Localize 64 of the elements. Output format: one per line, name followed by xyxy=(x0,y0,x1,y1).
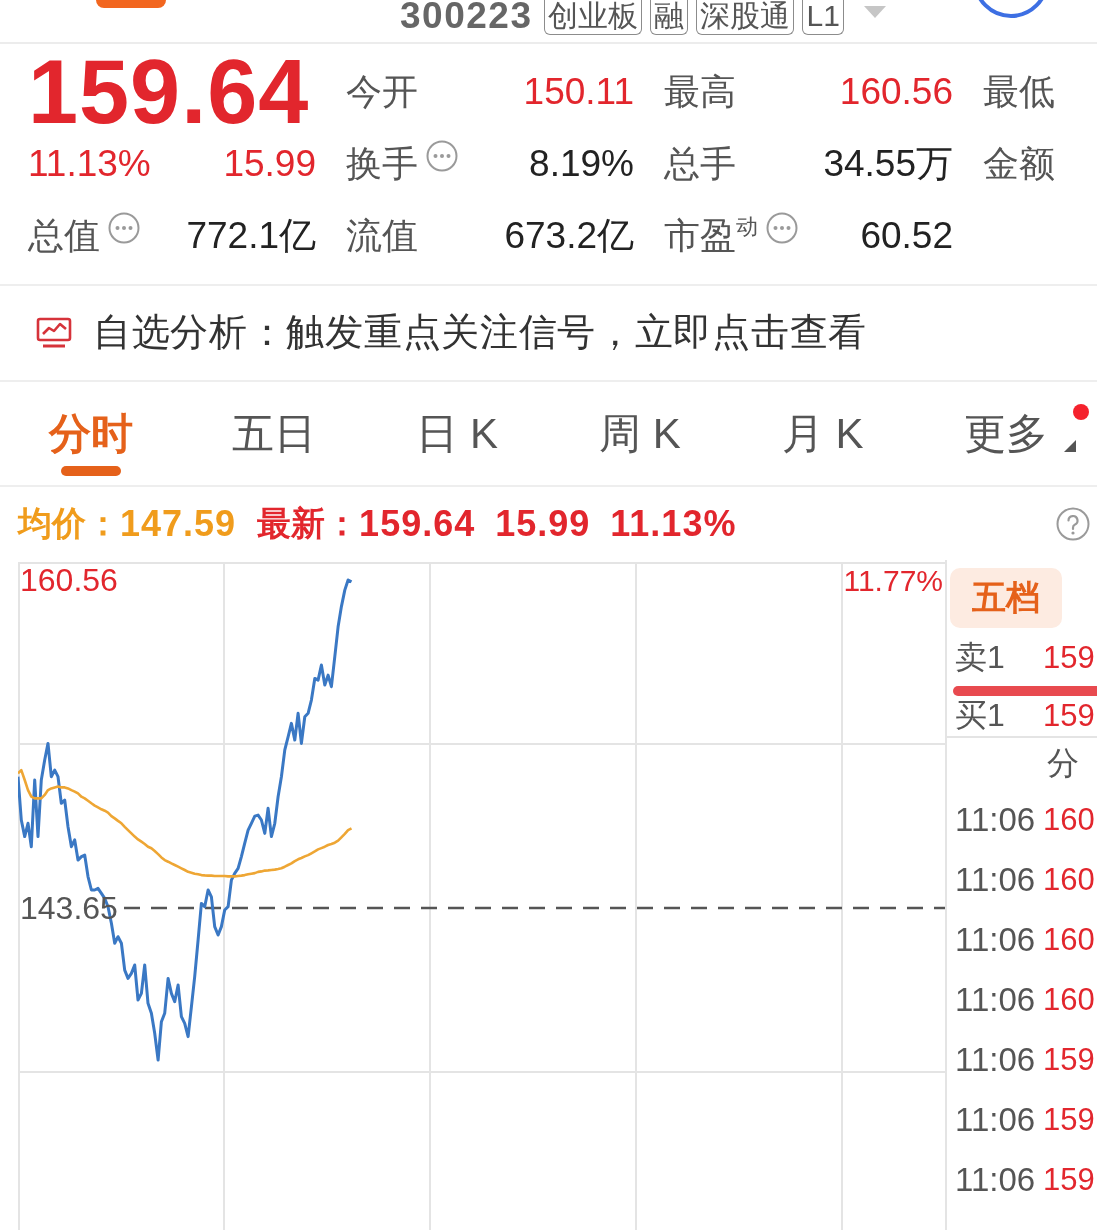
stat-value: 60.52 xyxy=(860,215,953,257)
label-badge xyxy=(96,0,166,8)
stat-value: 160.56 xyxy=(839,71,953,113)
tick-time: 11:06 xyxy=(955,1161,1036,1199)
tick-price: 160 xyxy=(1043,802,1095,838)
tick-time: 11:06 xyxy=(955,981,1036,1019)
stat-value: 772.1亿 xyxy=(186,215,316,257)
chart-icon xyxy=(36,317,72,349)
period-tab[interactable]: 日 K xyxy=(365,382,549,485)
y-axis-label: 160.56 xyxy=(20,562,118,599)
order-label: 买1 xyxy=(955,698,1005,734)
ticks-header: 分 xyxy=(1047,746,1079,782)
change-amount: 15.99 xyxy=(223,143,316,185)
more-icon[interactable] xyxy=(426,140,458,172)
latest-change-percent: 11.13% xyxy=(610,503,737,544)
market-tag: L1 xyxy=(802,0,844,35)
stat-value: 34.55万 xyxy=(823,143,953,185)
market-tag: 深股通 xyxy=(696,0,795,35)
market-tag: 创业板 xyxy=(544,0,643,35)
stat-label: 金额 xyxy=(983,142,1055,186)
stat-value: 8.19% xyxy=(529,143,634,185)
stat-label: 市盈$^{动}$ xyxy=(664,213,758,258)
average-label: 均价： xyxy=(18,504,120,543)
stat-label: 换手 xyxy=(346,142,418,186)
stat-label: 最低 xyxy=(983,70,1055,114)
tick-time: 11:06 xyxy=(955,1101,1036,1139)
dropdown-caret-icon[interactable] xyxy=(863,6,886,18)
market-tag: 融 xyxy=(650,0,689,35)
latest-change: 15.99 xyxy=(495,503,591,544)
period-tab[interactable]: 更多 xyxy=(914,382,1097,485)
stat-label: 流值 xyxy=(346,214,418,258)
order-price: 159 xyxy=(1043,698,1095,734)
latest-label: 最新： xyxy=(257,504,360,543)
stat-value: 150.11 xyxy=(523,71,634,113)
tick-price: 160 xyxy=(1043,922,1095,958)
stat-value: 673.2亿 xyxy=(504,215,634,257)
period-tab[interactable]: 五日 xyxy=(182,382,366,485)
average-price: 147.59 xyxy=(120,503,237,544)
stat-label: 总值 xyxy=(28,214,100,258)
help-icon[interactable] xyxy=(1056,506,1090,541)
tick-price: 159 xyxy=(1043,1162,1095,1198)
tick-time: 11:06 xyxy=(955,861,1036,899)
stat-label: 总手 xyxy=(664,142,736,186)
change-percent: 11.13% xyxy=(28,143,151,185)
stat-label: 最高 xyxy=(664,70,736,114)
order-label: 卖1 xyxy=(955,640,1005,676)
signal-banner-text[interactable]: 自选分析：触发重点关注信号，立即点击查看 xyxy=(93,311,867,355)
tick-price: 160 xyxy=(1043,982,1095,1018)
more-icon[interactable] xyxy=(766,212,798,244)
stat-label: 今开 xyxy=(346,70,418,114)
more-icon[interactable] xyxy=(108,212,140,244)
latest-price: 159.64 xyxy=(359,503,476,544)
last-price: 159.64 xyxy=(28,47,310,137)
order-price: 159 xyxy=(1043,640,1095,676)
tick-price: 159 xyxy=(1043,1042,1095,1078)
period-tab[interactable]: 月 K xyxy=(731,382,915,485)
tick-time: 11:06 xyxy=(955,1041,1036,1079)
period-tab[interactable]: 周 K xyxy=(548,382,732,485)
stock-code: 300223 xyxy=(400,0,533,32)
tick-price: 159 xyxy=(1043,1102,1095,1138)
tick-time: 11:06 xyxy=(955,801,1036,839)
tick-time: 11:06 xyxy=(955,921,1036,959)
percent-axis-label: 11.77% xyxy=(843,563,943,597)
tick-price: 160 xyxy=(1043,862,1095,898)
